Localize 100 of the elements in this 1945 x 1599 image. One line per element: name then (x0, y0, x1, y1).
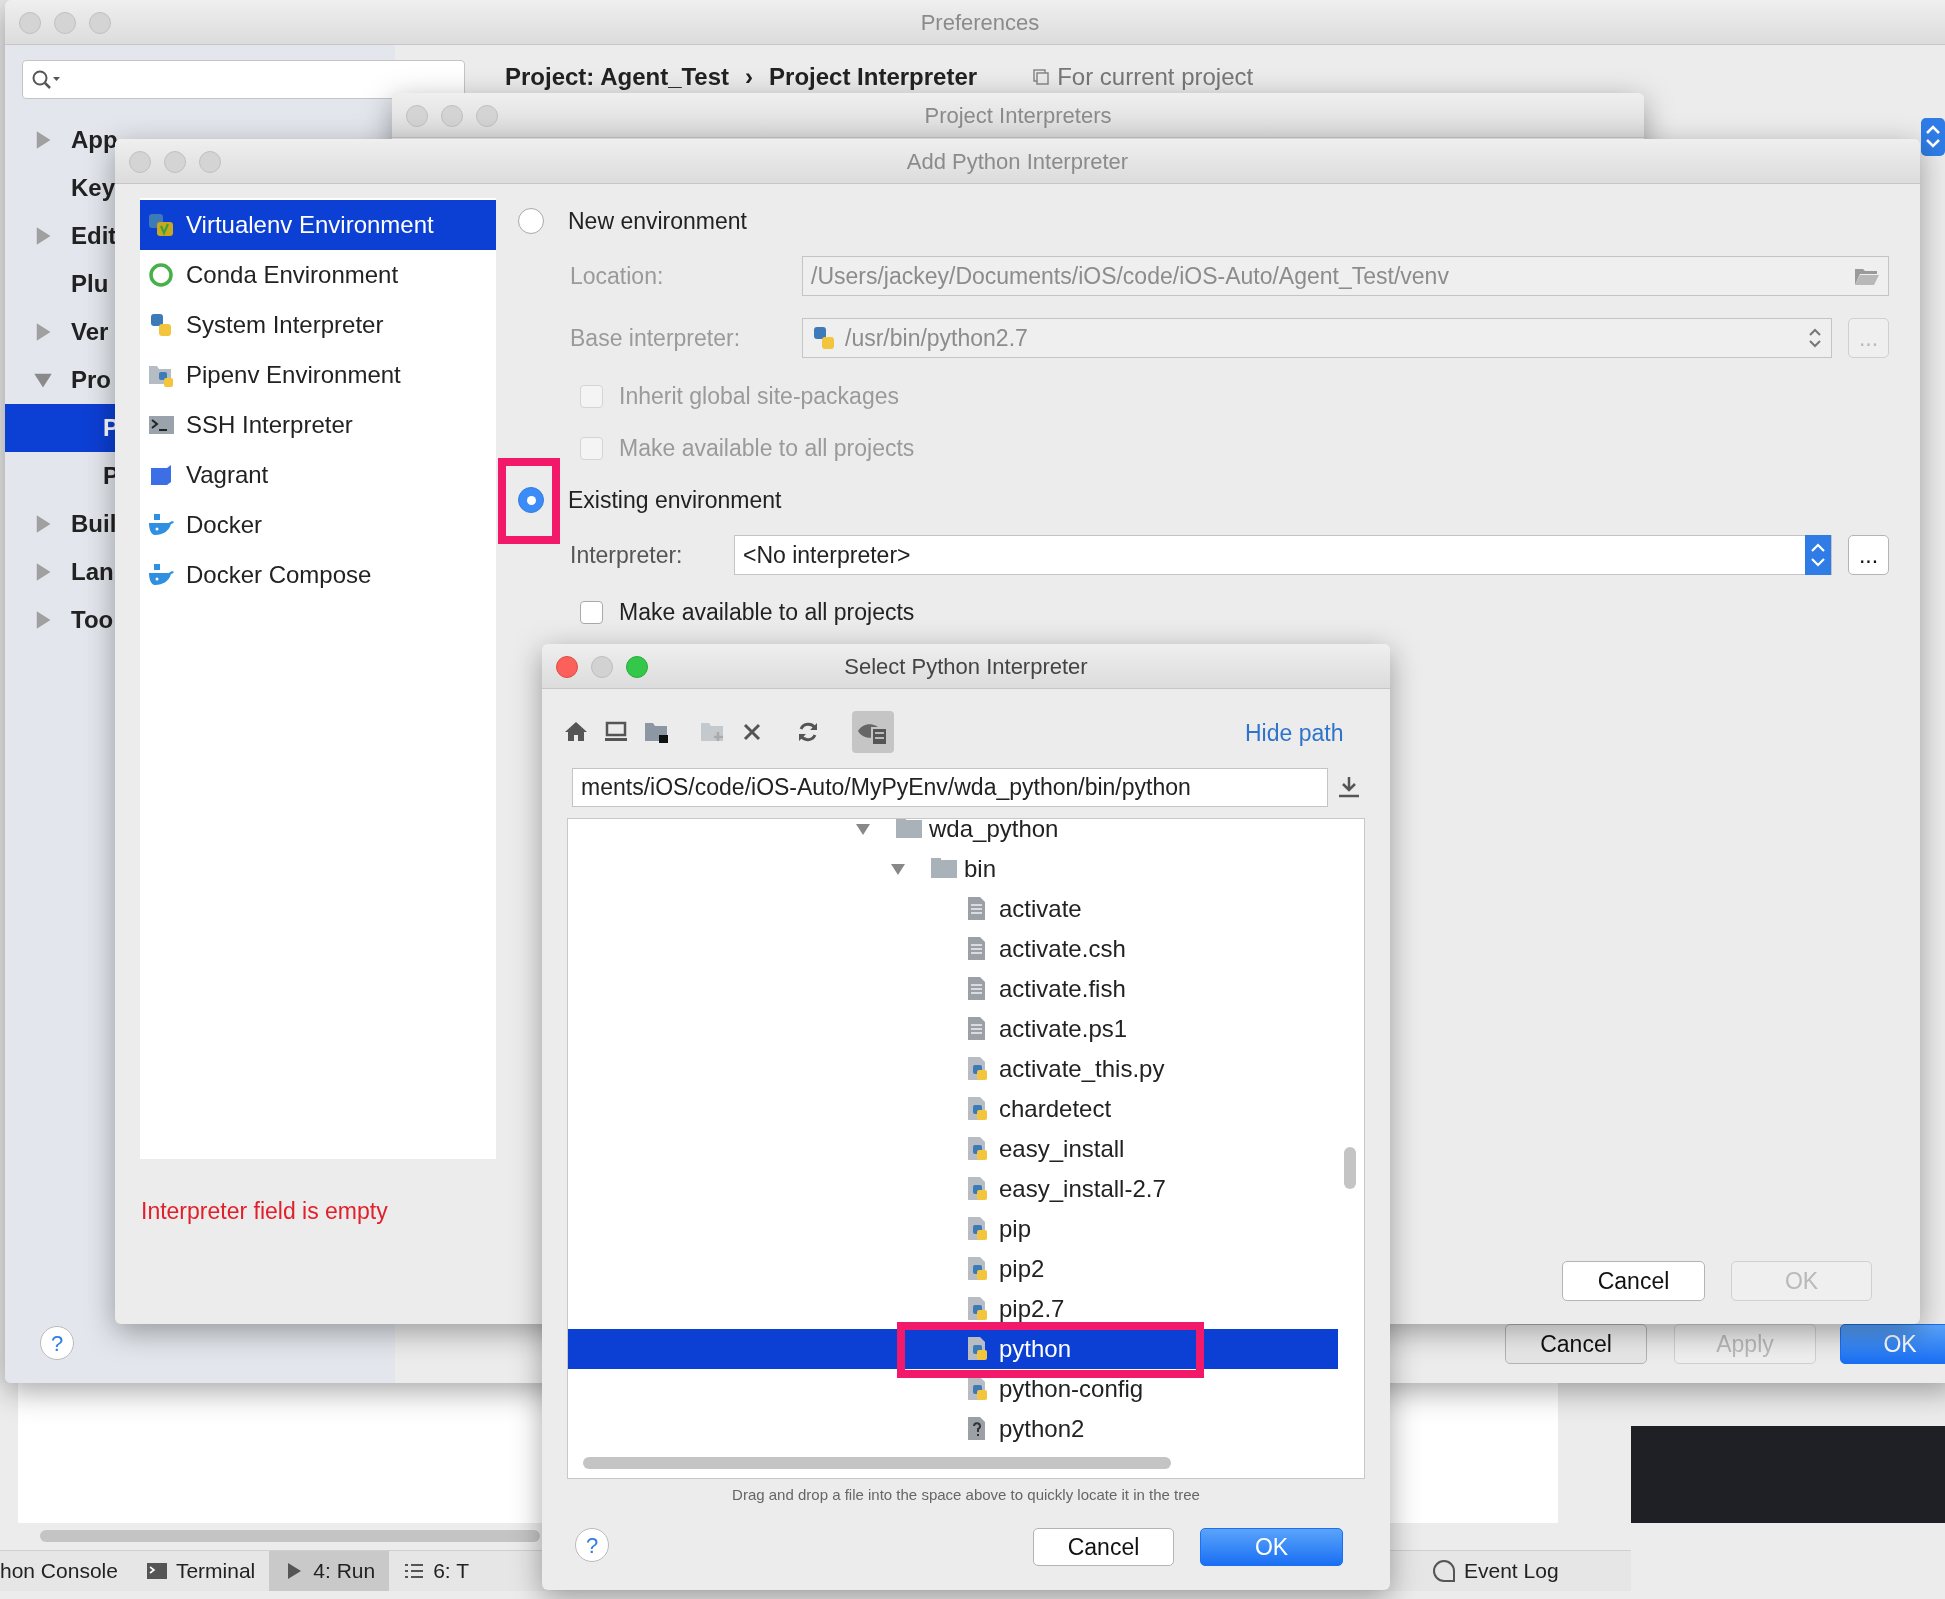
search-field[interactable] (22, 60, 465, 99)
python-icon (148, 212, 174, 238)
up-down-arrows-icon[interactable] (1805, 535, 1831, 575)
scrollbar-thumb[interactable] (583, 1457, 1171, 1469)
window-control-button[interactable] (129, 151, 151, 173)
expand-arrow-icon[interactable] (855, 821, 871, 837)
file-tree-item[interactable]: python (568, 1329, 1338, 1369)
file-tree-item[interactable]: wda_python (568, 819, 1338, 849)
copy-icon (1033, 69, 1050, 85)
breadcrumb-link[interactable]: Project Interpreter (769, 59, 978, 95)
folder-icon[interactable] (644, 720, 668, 744)
file-tree-item[interactable]: easy_install-2.7 (568, 1169, 1338, 1209)
expand-arrow-icon[interactable] (890, 861, 906, 877)
file-tree-item[interactable]: pip2 (568, 1249, 1338, 1289)
interpreter-type-item[interactable]: Pipenv Environment (140, 350, 496, 400)
scope-text: For current project (1057, 62, 1254, 92)
sidebar-item[interactable]: Buil (5, 500, 115, 548)
file-tree-item[interactable]: activate (568, 889, 1338, 929)
scrollbar-thumb[interactable] (1344, 1147, 1356, 1189)
file-tree-item[interactable]: pip (568, 1209, 1338, 1249)
radio-label: New environment (568, 206, 747, 236)
window-control-button[interactable] (626, 656, 648, 678)
file-tree-item[interactable]: easy_install (568, 1129, 1338, 1169)
radio-label: Existing environment (568, 485, 782, 515)
home-icon[interactable] (564, 720, 588, 744)
sidebar-item[interactable]: Key (5, 164, 115, 212)
checkbox-label: Make available to all projects (619, 597, 915, 627)
tool-window-tab[interactable]: 6: T (389, 1551, 483, 1591)
window-title: Add Python Interpreter (906, 147, 1129, 176)
path-field[interactable]: ments/iOS/code/iOS-Auto/MyPyEnv/wda_python/bin/python (572, 768, 1328, 807)
window-control-button[interactable] (476, 105, 498, 127)
checkbox-label: Inherit global site-packages (619, 381, 899, 411)
sidebar-item[interactable]: App (5, 116, 115, 164)
file-tree-item[interactable]: chardetect (568, 1089, 1338, 1129)
tool-window-tab[interactable]: 4: Run (269, 1551, 390, 1591)
file-tree-item[interactable]: activate.fish (568, 969, 1338, 1009)
checkbox-label: Make available to all projects (619, 433, 915, 463)
tool-window-tab[interactable]: Terminal (131, 1551, 270, 1591)
sidebar-item[interactable]: Too (5, 596, 115, 644)
sidebar-item[interactable]: Lan (5, 548, 115, 596)
file-tree-item[interactable]: pip2.7 (568, 1289, 1338, 1329)
monitor-icon[interactable] (604, 720, 628, 744)
spinner-control[interactable] (1921, 118, 1945, 156)
sidebar-item[interactable]: Plu (5, 260, 115, 308)
new-folder-icon[interactable] (700, 720, 724, 744)
interpreter-type-item[interactable]: Virtualenv Environment (140, 200, 496, 250)
dropdown-field[interactable]: <No interpreter> (734, 535, 1832, 575)
window-title: Preferences (920, 8, 1040, 37)
python-icon (148, 312, 174, 338)
window-control-button[interactable] (199, 151, 221, 173)
interpreter-type-item[interactable]: Vagrant (140, 450, 496, 500)
terminal-icon (145, 1560, 168, 1582)
file-tree-item[interactable]: activate.csh (568, 929, 1338, 969)
sidebar-item[interactable]: Ver (5, 308, 115, 356)
checkbox[interactable] (580, 600, 603, 624)
dialog-button[interactable]: Cancel (1505, 1324, 1647, 1364)
tool-window-tab[interactable]: hon Console (0, 1551, 132, 1591)
file-tree-item[interactable]: bin (568, 849, 1338, 889)
window-control-button[interactable] (54, 12, 76, 34)
python-icon (811, 325, 837, 351)
eye-icon[interactable] (852, 711, 894, 753)
event-log-button[interactable]: Event Log (1464, 1554, 1559, 1587)
window-control-button[interactable] (441, 105, 463, 127)
dialog-button[interactable]: Cancel (1033, 1528, 1174, 1566)
whale-icon (148, 512, 174, 538)
window-control-button[interactable] (591, 656, 613, 678)
search-icon[interactable] (31, 68, 61, 91)
radio-button[interactable] (518, 487, 544, 513)
browse-button[interactable]: ... (1848, 535, 1889, 575)
field-label: Location: (570, 261, 665, 291)
interpreter-type-item[interactable]: SSH Interpreter (140, 400, 496, 450)
hint-text: Drag and drop a file into the space above to quickly locate it in the tree (731, 1485, 1201, 1505)
breadcrumb-link[interactable]: Project: Agent_Test (505, 59, 730, 95)
file-tree-item[interactable]: python-config (568, 1369, 1338, 1409)
window-control-button[interactable] (406, 105, 428, 127)
download-icon[interactable] (1337, 775, 1361, 799)
window-control-button[interactable] (164, 151, 186, 173)
sidebar-item[interactable]: Pro (5, 356, 115, 404)
dialog-button[interactable]: Cancel (1562, 1261, 1705, 1301)
file-tree-item[interactable]: activate.ps1 (568, 1009, 1338, 1049)
speech-bubble-icon (1432, 1558, 1456, 1583)
window-control-button[interactable] (556, 656, 578, 678)
help-button[interactable]: ? (575, 1528, 609, 1562)
refresh-icon[interactable] (796, 720, 820, 744)
window-title: Project Interpreters (924, 101, 1112, 130)
error-message: Interpreter field is empty (141, 1197, 388, 1226)
interpreter-type-item[interactable]: Docker (140, 500, 496, 550)
hide-path-link[interactable]: Hide path (1245, 716, 1344, 751)
window-control-button[interactable] (19, 12, 41, 34)
interpreter-type-item[interactable]: Conda Environment (140, 250, 496, 300)
interpreter-type-item[interactable]: System Interpreter (140, 300, 496, 350)
file-tree-item[interactable]: activate_this.py (568, 1049, 1338, 1089)
sidebar-item[interactable]: Edit (5, 212, 115, 260)
interpreter-type-item[interactable]: Docker Compose (140, 550, 496, 600)
cube-icon (148, 462, 174, 488)
field-label: Interpreter: (570, 540, 684, 570)
scrollbar-thumb[interactable] (40, 1530, 540, 1542)
window-title: Select Python Interpreter (844, 652, 1088, 681)
window-control-button[interactable] (89, 12, 111, 34)
file-tree-item[interactable]: python2 (568, 1409, 1338, 1449)
